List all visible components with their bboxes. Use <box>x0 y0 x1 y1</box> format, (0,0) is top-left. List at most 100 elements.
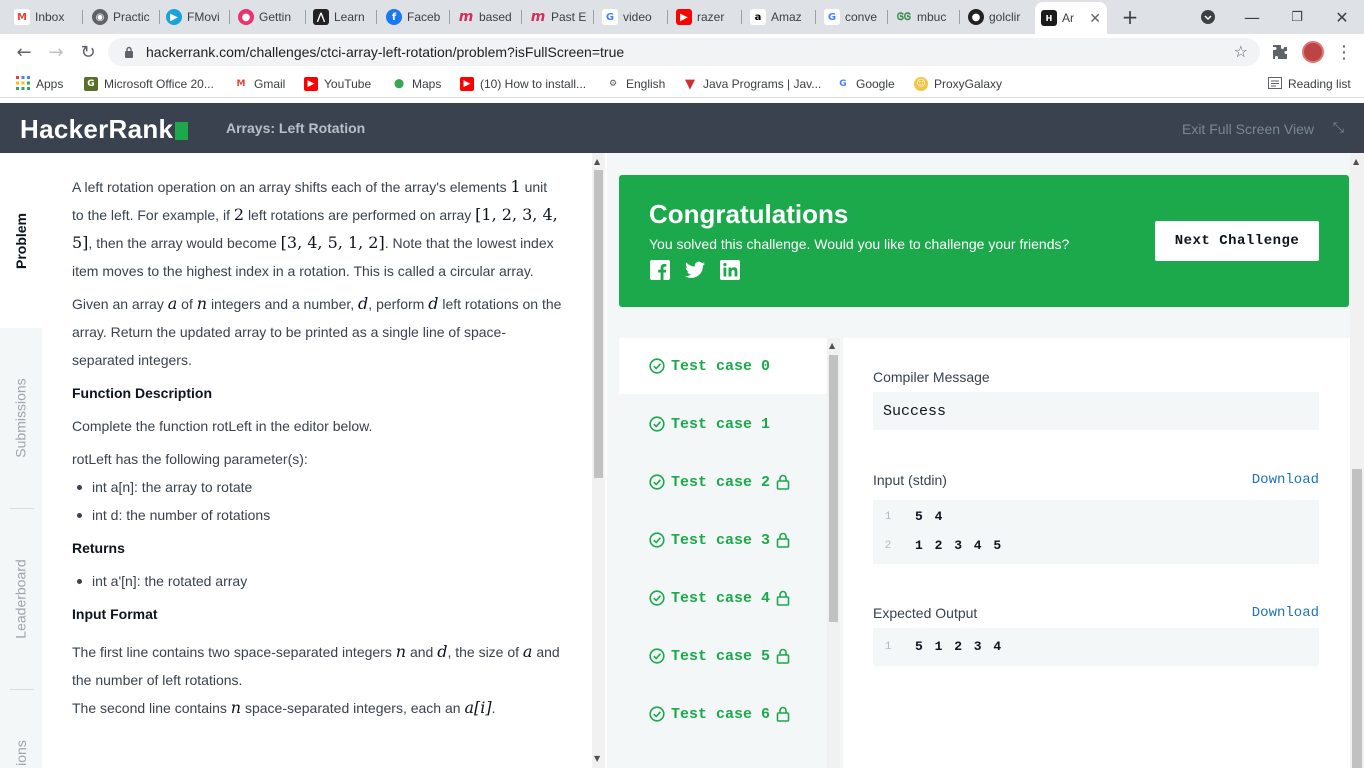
compiler-message-label: Compiler Message <box>873 369 990 385</box>
extensions-icon[interactable] <box>1268 40 1292 64</box>
bookmark-youtube[interactable]: ▶ YouTube <box>304 76 371 92</box>
back-arrow-icon[interactable]: ← <box>12 40 36 64</box>
test-case-label: Test case 1 <box>671 415 771 433</box>
test-case-list: Test case 0 Test case 1 Test case 2 Test… <box>619 338 827 768</box>
browser-tab-based[interactable]: m based <box>452 4 522 30</box>
test-case-3[interactable]: Test case 3 <box>619 512 827 568</box>
scrollbar-thumb[interactable] <box>594 170 603 478</box>
browser-tab-video[interactable]: G video <box>596 4 668 30</box>
bookmark-how-to-install[interactable]: ▶ (10) How to install... <box>460 76 586 92</box>
check-circle-icon <box>649 532 665 548</box>
reading-list[interactable]: Reading list <box>1268 76 1351 92</box>
hackerrank-logo[interactable]: HackerRank <box>20 114 189 145</box>
minimize-window-button[interactable]: — <box>1240 5 1264 29</box>
test-case-0[interactable]: Test case 0 <box>619 338 827 394</box>
tab-label: video <box>623 10 652 24</box>
browser-tab-inbox[interactable]: M Inbox <box>8 4 83 30</box>
logo-text: HackerRank <box>20 114 174 144</box>
youtube-icon: ▶ <box>304 77 318 91</box>
tab-search-icon[interactable] <box>1196 5 1220 29</box>
tab-problem[interactable]: Problem <box>0 153 42 328</box>
profile-avatar[interactable] <box>1301 40 1325 64</box>
bookmark-apps[interactable]: Apps <box>16 75 63 92</box>
test-case-1[interactable]: Test case 1 <box>619 396 827 452</box>
side-tab-bar: Problem Submissions Leaderboard ions <box>0 153 42 768</box>
close-tab-icon[interactable]: ✕ <box>1089 10 1101 27</box>
compiler-message-box: Success <box>873 392 1319 430</box>
reload-icon[interactable]: ↻ <box>76 40 100 64</box>
test-case-label: Test case 5 <box>671 647 771 665</box>
bookmark-label: Maps <box>412 77 442 91</box>
browser-tab-razer[interactable]: ▶ razer <box>670 4 742 30</box>
collapse-icon[interactable]: ⤡ <box>1333 120 1344 136</box>
address-bar[interactable]: hackerrank.com/challenges/ctci-array-lef… <box>108 38 1260 66</box>
test-case-4[interactable]: Test case 4 <box>619 570 827 626</box>
input-download-link[interactable]: Download <box>1252 472 1319 488</box>
browser-tab-learn[interactable]: ⋀ Learn <box>307 4 377 30</box>
page-scrollbar[interactable]: ▲ <box>1350 153 1364 768</box>
bookmark-gmail[interactable]: M Gmail <box>234 76 286 92</box>
returns-list: int a'[n]: the rotated array <box>72 567 562 595</box>
tab-label: Submissions <box>13 378 29 458</box>
test-case-scrollbar[interactable]: ▲ <box>827 338 840 768</box>
expected-download-link[interactable]: Download <box>1252 605 1319 621</box>
m-icon: m <box>530 9 546 25</box>
tab-label: ions <box>13 740 29 766</box>
expected-output-label: Expected Output <box>873 605 978 621</box>
facebook-icon: f <box>386 9 402 25</box>
problem-paragraph-2: Given an array a of n integers and a num… <box>72 294 562 368</box>
exit-full-screen-link[interactable]: Exit Full Screen View <box>1182 121 1314 137</box>
compiler-message-value: Success <box>883 403 947 420</box>
tab-label: FMovi <box>187 10 220 24</box>
bookmark-star-icon[interactable]: ☆ <box>1234 42 1248 61</box>
bookmark-label: Gmail <box>254 77 286 91</box>
browser-tab-past[interactable]: m Past E <box>524 4 594 30</box>
bookmark-maps[interactable]: ⬤ Maps <box>392 76 441 92</box>
bookmark-label: Java Programs | Jav... <box>703 77 822 91</box>
tab-submissions[interactable]: Submissions <box>0 328 42 508</box>
bookmark-label: Microsoft Office 20... <box>104 77 214 91</box>
browser-tab-practice[interactable]: ◉ Practic <box>86 4 160 30</box>
returns-heading: Returns <box>72 540 125 556</box>
forward-arrow-icon[interactable]: → <box>44 40 68 64</box>
bookmark-english[interactable]: ⚙ English <box>606 76 665 92</box>
browser-tab-github[interactable]: ● golclir <box>962 4 1034 30</box>
tab-label: Ar <box>1062 11 1074 25</box>
test-case-2[interactable]: Test case 2 <box>619 454 827 510</box>
check-circle-icon <box>649 590 665 606</box>
browser-tab-mbuc[interactable]: ᎶᎶ mbuc <box>890 4 960 30</box>
java-icon: ▼ <box>685 76 695 92</box>
next-challenge-button[interactable]: Next Challenge <box>1155 221 1319 261</box>
problem-scrollbar[interactable]: ▲ ▼ <box>592 153 605 768</box>
close-window-button[interactable]: ✕ <box>1330 5 1354 29</box>
tab-leaderboard[interactable]: Leaderboard <box>0 509 42 689</box>
input-label: Input (stdin) <box>873 472 947 488</box>
browser-tab-getting[interactable]: ● Gettin <box>232 4 306 30</box>
browser-tab-amazon[interactable]: a Amaz <box>744 4 816 30</box>
congrats-subtitle: You solved this challenge. Would you lik… <box>649 236 1070 252</box>
check-circle-icon <box>649 648 665 664</box>
browser-tab-hackerrank[interactable]: H Ar ✕ <box>1035 2 1107 34</box>
browser-tab-facebook[interactable]: f Faceb <box>380 4 450 30</box>
test-case-6[interactable]: Test case 6 <box>619 686 827 742</box>
twitter-icon[interactable] <box>684 259 706 281</box>
problem-statement: A left rotation operation on an array sh… <box>42 153 592 768</box>
youtube-icon: ▶ <box>676 9 692 25</box>
browser-tab-fmovies[interactable]: ▶ FMovi <box>160 4 230 30</box>
tab-discussions[interactable]: ions <box>0 713 42 768</box>
linkedin-icon[interactable] <box>719 259 741 281</box>
bookmark-proxygalaxy[interactable]: ☺ ProxyGalaxy <box>914 76 1002 92</box>
test-case-5[interactable]: Test case 5 <box>619 628 827 684</box>
scrollbar-thumb[interactable] <box>829 355 838 622</box>
learn-icon: ⋀ <box>313 9 329 25</box>
scrollbar-thumb[interactable] <box>1352 469 1362 768</box>
bookmark-java-programs[interactable]: ▼ Java Programs | Jav... <box>683 76 821 92</box>
google-icon: G <box>839 79 847 89</box>
restore-window-button[interactable]: ❐ <box>1285 5 1309 29</box>
bookmark-google[interactable]: G Google <box>836 76 894 92</box>
facebook-icon[interactable] <box>649 259 671 281</box>
menu-kebab-icon[interactable]: ⋮ <box>1332 40 1356 64</box>
bookmark-office[interactable]: G Microsoft Office 20... <box>84 76 214 92</box>
browser-tab-convert[interactable]: G conve <box>818 4 888 30</box>
new-tab-button[interactable]: + <box>1118 5 1142 29</box>
